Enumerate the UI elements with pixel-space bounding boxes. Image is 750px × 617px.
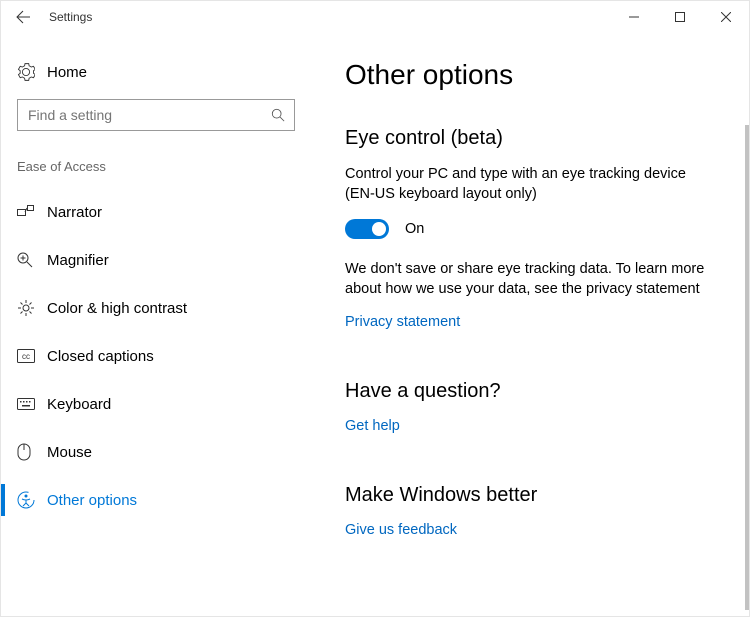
maximize-button[interactable] (657, 1, 703, 33)
question-heading: Have a question? (345, 380, 715, 403)
get-help-link[interactable]: Get help (345, 418, 400, 434)
sidebar-item-label: Color & high contrast (47, 300, 187, 317)
sidebar-item-label: Magnifier (47, 252, 109, 269)
page-title: Other options (345, 59, 715, 91)
minimize-icon (629, 12, 639, 22)
minimize-button[interactable] (611, 1, 657, 33)
sidebar: Home Ease of Access Narrator Magnifier (1, 33, 311, 616)
toggle-state-label: On (405, 221, 424, 237)
privacy-text: We don't save or share eye tracking data… (345, 259, 715, 300)
accessibility-icon (17, 491, 47, 509)
search-input[interactable] (17, 99, 295, 131)
give-feedback-link[interactable]: Give us feedback (345, 522, 457, 538)
gear-icon (17, 63, 47, 81)
narrator-icon (17, 205, 47, 219)
search-box (17, 99, 295, 131)
maximize-icon (675, 12, 685, 22)
main-pane: Other options Eye control (beta) Control… (311, 33, 749, 616)
feedback-heading: Make Windows better (345, 484, 715, 507)
scrollbar[interactable] (745, 125, 749, 610)
sidebar-item-label: Mouse (47, 444, 92, 461)
home-button[interactable]: Home (1, 63, 311, 99)
window-controls (611, 1, 749, 33)
sidebar-item-mouse[interactable]: Mouse (1, 428, 311, 476)
titlebar: Settings (1, 1, 749, 33)
closed-captions-icon: cc (17, 349, 47, 363)
mouse-icon (17, 443, 47, 461)
sidebar-item-label: Narrator (47, 204, 102, 221)
keyboard-icon (17, 398, 47, 410)
sidebar-item-closed-captions[interactable]: cc Closed captions (1, 332, 311, 380)
home-label: Home (47, 64, 87, 81)
sidebar-item-narrator[interactable]: Narrator (1, 188, 311, 236)
eye-control-heading: Eye control (beta) (345, 127, 715, 150)
category-label: Ease of Access (1, 159, 311, 188)
sidebar-item-color-high-contrast[interactable]: Color & high contrast (1, 284, 311, 332)
brightness-icon (17, 299, 47, 317)
sidebar-item-keyboard[interactable]: Keyboard (1, 380, 311, 428)
back-button[interactable] (1, 1, 45, 33)
eye-control-toggle-row: On (345, 219, 715, 239)
sidebar-item-label: Keyboard (47, 396, 111, 413)
close-icon (721, 12, 731, 22)
close-button[interactable] (703, 1, 749, 33)
privacy-statement-link[interactable]: Privacy statement (345, 314, 460, 330)
sidebar-item-magnifier[interactable]: Magnifier (1, 236, 311, 284)
svg-text:cc: cc (22, 352, 30, 361)
eye-control-toggle[interactable] (345, 219, 389, 239)
eye-control-description: Control your PC and type with an eye tra… (345, 164, 715, 205)
sidebar-item-label: Other options (47, 492, 137, 509)
window-title: Settings (49, 10, 92, 24)
sidebar-item-label: Closed captions (47, 348, 154, 365)
magnifier-icon (17, 252, 47, 268)
sidebar-item-other-options[interactable]: Other options (1, 476, 311, 524)
arrow-left-icon (15, 9, 31, 25)
